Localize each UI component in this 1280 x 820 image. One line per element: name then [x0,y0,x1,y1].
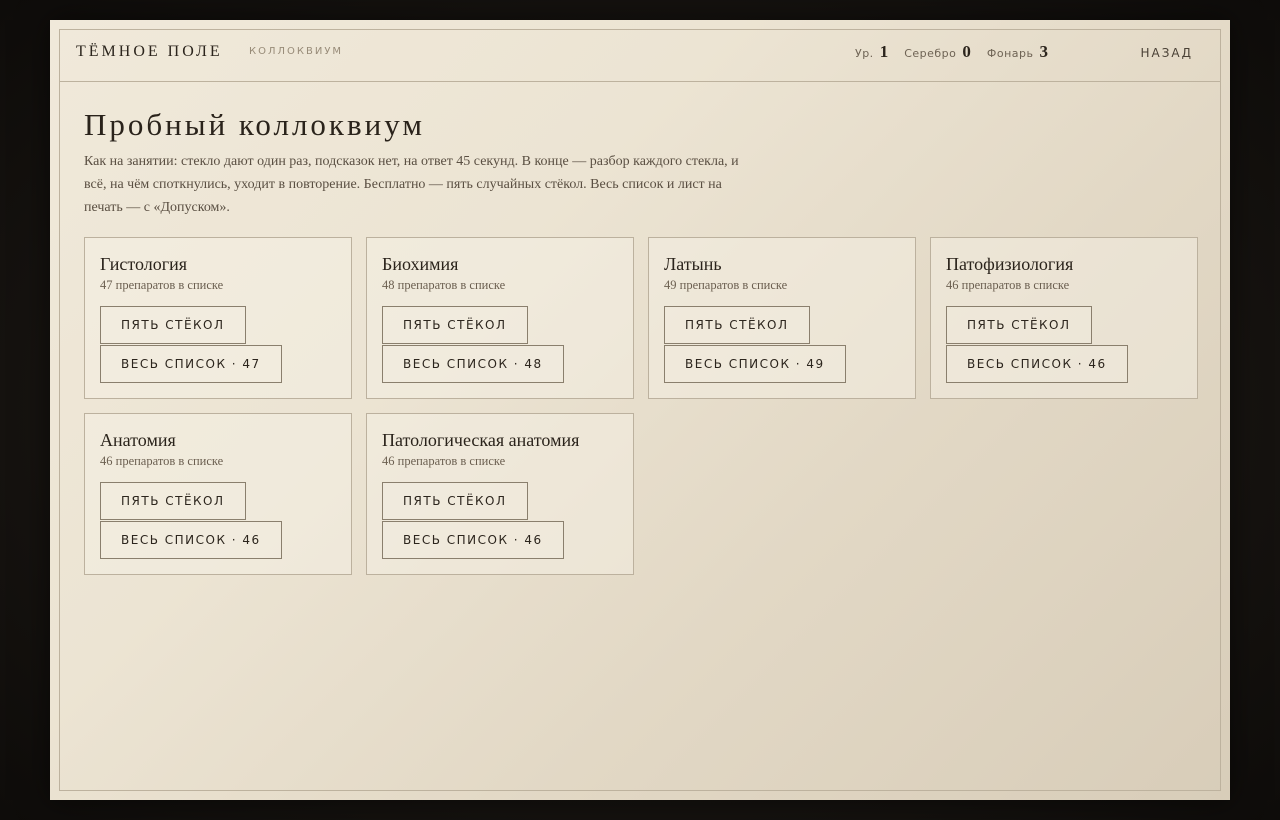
card-title: Биохимия [382,254,459,274]
subject-card-histology: Гистология 47 препаратов в списке ПЯТЬ С… [84,237,352,399]
five-slides-button[interactable]: ПЯТЬ СТЁКОЛ [382,482,528,520]
card-title: Патофизиология [946,254,1074,274]
app-sheet: ТЁМНОЕ ПОЛЕ КОЛЛОКВИУМ Ур. 1 Серебро 0 Ф… [50,20,1230,800]
stat-level-label: Ур. [855,47,874,60]
intro-text: Как на занятии: стекло дают один раз, по… [84,154,739,215]
stat-silver: Серебро 0 [904,42,971,62]
subject-card-anatomy: Анатомия 46 препаратов в списке ПЯТЬ СТЁ… [84,413,352,575]
subject-card-latin: Латынь 49 препаратов в списке ПЯТЬ СТЁКО… [648,237,916,399]
card-count: 48 препаратов в списке [382,278,506,292]
full-list-button[interactable]: ВЕСЬ СПИСОК · 46 [382,521,564,559]
five-slides-button[interactable]: ПЯТЬ СТЁКОЛ [946,306,1092,344]
stat-lantern-label: Фонарь [986,47,1034,60]
subject-card-pathophysiology: Патофизиология 46 препаратов в списке ПЯ… [930,237,1198,399]
stat-silver-label: Серебро [904,47,957,60]
stat-lantern: Фонарь 3 [987,42,1048,62]
section-label: КОЛЛОКВИУМ [249,46,344,57]
stat-silver-value: 0 [962,42,971,61]
card-title: Патологическая анатомия [382,430,580,450]
card-title: Гистология [100,254,188,274]
card-count: 46 препаратов в списке [382,454,506,468]
subject-grid: Гистология 47 препаратов в списке ПЯТЬ С… [84,237,1198,575]
five-slides-button[interactable]: ПЯТЬ СТЁКОЛ [100,306,246,344]
card-count: 47 препаратов в списке [100,278,224,292]
card-count: 46 препаратов в списке [946,278,1070,292]
stat-level-value: 1 [879,42,889,61]
stat-level: Ур. 1 [855,42,888,62]
five-slides-button[interactable]: ПЯТЬ СТЁКОЛ [100,482,246,520]
card-count: 46 препаратов в списке [100,454,224,468]
full-list-button[interactable]: ВЕСЬ СПИСОК · 48 [382,345,564,383]
five-slides-button[interactable]: ПЯТЬ СТЁКОЛ [382,306,528,344]
full-list-button[interactable]: ВЕСЬ СПИСОК · 46 [100,521,282,559]
player-stats: Ур. 1 Серебро 0 Фонарь 3 [855,42,1048,62]
card-count: 49 препаратов в списке [664,278,788,292]
page-title: Пробный коллоквиум [84,107,425,142]
app-brand: ТЁМНОЕ ПОЛЕ [76,43,223,60]
back-button[interactable]: НАЗАД [1140,46,1193,60]
full-list-button[interactable]: ВЕСЬ СПИСОК · 49 [664,345,846,383]
subject-card-pathological-anatomy: Патологическая анатомия 46 препаратов в … [366,413,634,575]
five-slides-button[interactable]: ПЯТЬ СТЁКОЛ [664,306,810,344]
subject-card-biochemistry: Биохимия 48 препаратов в списке ПЯТЬ СТЁ… [366,237,634,399]
full-list-button[interactable]: ВЕСЬ СПИСОК · 47 [100,345,282,383]
card-title: Латынь [664,254,722,274]
full-list-button[interactable]: ВЕСЬ СПИСОК · 46 [946,345,1128,383]
stat-lantern-value: 3 [1039,42,1049,61]
card-title: Анатомия [100,430,176,450]
top-bar: ТЁМНОЕ ПОЛЕ КОЛЛОКВИУМ Ур. 1 Серебро 0 Ф… [60,30,1220,82]
